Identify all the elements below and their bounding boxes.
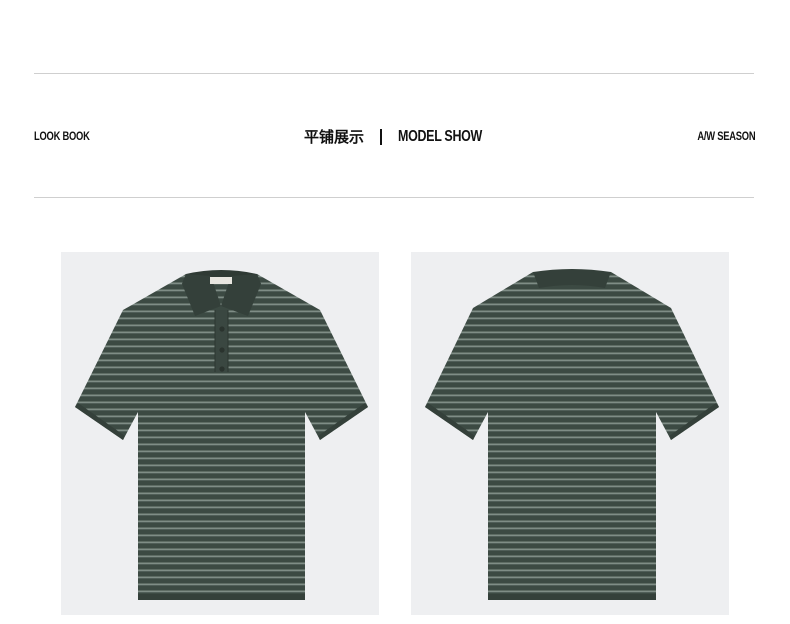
section-title: 平铺展示 MODEL SHOW (0, 125, 790, 149)
bottom-divider (34, 197, 754, 198)
top-divider (34, 73, 754, 74)
polo-shirt-back-icon (425, 269, 719, 600)
section-title-chinese: 平铺展示 (303, 128, 364, 146)
season-label: A/W SEASON (697, 129, 755, 143)
product-image-back[interactable] (411, 252, 729, 615)
title-separator (380, 129, 382, 145)
section-title-english: MODEL SHOW (398, 128, 483, 145)
polo-shirt-front-icon (75, 270, 368, 600)
product-image-front[interactable] (61, 252, 379, 615)
